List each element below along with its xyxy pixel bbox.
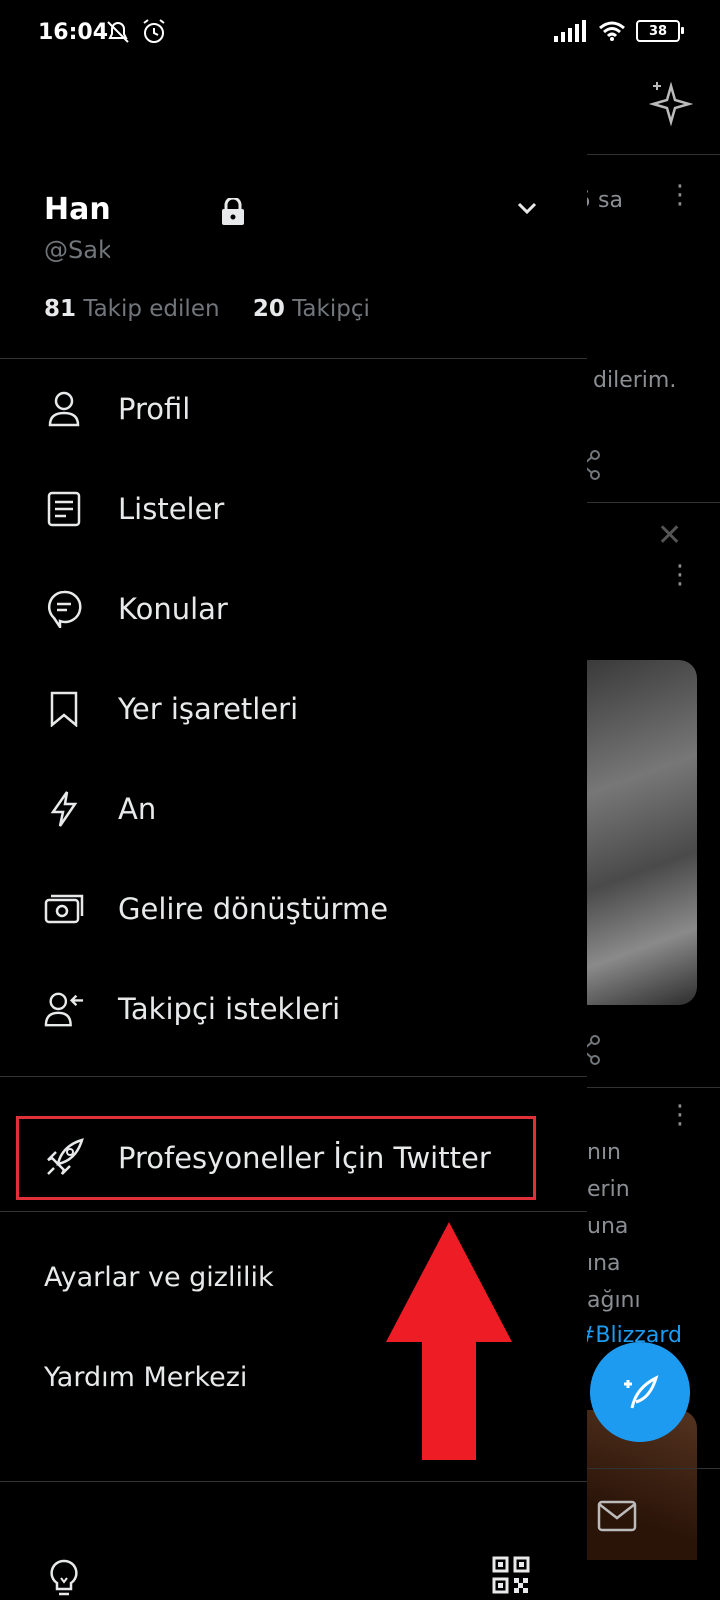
battery-indicator: 38 <box>636 20 684 42</box>
divider <box>0 1211 587 1212</box>
person-icon <box>44 389 84 429</box>
status-icons-left <box>106 18 166 52</box>
red-arrow-annotation <box>386 1222 512 1460</box>
divider <box>0 1481 587 1482</box>
menu-item-profile[interactable]: Profil <box>0 369 587 449</box>
more-icon[interactable]: ⋮ <box>667 560 693 590</box>
feed-divider <box>587 502 720 503</box>
mail-icon[interactable] <box>597 1500 637 1532</box>
followers-link[interactable]: 20 Takipçi <box>253 296 370 322</box>
menu-item-topics[interactable]: Konular <box>0 569 587 649</box>
feed-image[interactable] <box>587 660 697 1005</box>
signal-icon <box>554 20 586 42</box>
feed-line: erin <box>587 1177 630 1202</box>
menu-label: Gelire dönüştürme <box>118 892 389 926</box>
following-count: 81 <box>44 296 77 322</box>
status-bar: 16:04 38 <box>0 0 720 70</box>
feather-plus-icon <box>624 1375 659 1409</box>
more-icon[interactable]: ⋮ <box>667 180 693 210</box>
account-name[interactable]: Han <box>44 192 111 227</box>
menu-label: An <box>118 792 157 826</box>
status-time: 16:04 <box>38 20 109 45</box>
settings-privacy-link[interactable]: Ayarlar ve gizlilik <box>44 1262 274 1293</box>
feed-line: ına <box>587 1251 621 1276</box>
close-icon[interactable]: ✕ <box>657 518 682 553</box>
menu-item-lists[interactable]: Listeler <box>0 469 587 549</box>
compose-tweet-button[interactable] <box>590 1342 690 1442</box>
divider <box>0 1076 587 1077</box>
money-icon <box>44 889 84 929</box>
lock-icon <box>222 198 244 225</box>
redaction-mask <box>112 188 212 236</box>
chevron-down-icon[interactable] <box>516 200 538 216</box>
more-icon[interactable]: ⋮ <box>667 1100 693 1130</box>
menu-item-bookmarks[interactable]: Yer işaretleri <box>0 669 587 749</box>
qr-code-icon[interactable] <box>492 1556 530 1594</box>
menu-item-monetization[interactable]: Gelire dönüştürme <box>0 869 587 949</box>
menu-item-moments[interactable]: An <box>0 769 587 849</box>
bookmark-icon <box>44 689 84 729</box>
highlight-box <box>16 1116 536 1200</box>
redaction-mask <box>110 232 190 268</box>
topics-icon <box>44 589 84 629</box>
feed-divider <box>587 1087 720 1088</box>
feed-divider <box>587 154 720 155</box>
help-center-link[interactable]: Yardım Merkezi <box>44 1362 247 1393</box>
mute-alarm-icon <box>107 19 165 43</box>
followers-label: Takipçi <box>292 296 370 322</box>
lightbulb-icon[interactable] <box>48 1558 80 1598</box>
menu-label: Konular <box>118 592 228 626</box>
follow-stats: 81 Takip edilen 20 Takipçi <box>44 296 370 322</box>
wifi-icon <box>599 21 625 41</box>
menu-label: Profil <box>118 392 191 426</box>
following-label: Takip edilen <box>83 296 220 322</box>
feed-line: ağını <box>587 1288 641 1313</box>
feed-line: nın <box>587 1140 621 1165</box>
menu-label: Yer işaretleri <box>118 692 299 726</box>
follower-request-icon <box>44 989 84 1029</box>
menu-label: Takipçi istekleri <box>118 992 341 1026</box>
sparkle-icon[interactable] <box>649 82 693 126</box>
following-link[interactable]: 81 Takip edilen <box>44 296 220 322</box>
drawer-bottom-bar <box>0 1552 587 1600</box>
lightning-icon <box>44 789 84 829</box>
list-icon <box>44 489 84 529</box>
account-handle: @Sak <box>44 236 112 264</box>
divider <box>0 358 587 359</box>
navigation-drawer: Han @Sak 81 Takip edilen 20 Takipçi Prof… <box>0 70 587 1600</box>
feed-line: una <box>587 1214 629 1239</box>
feed-text: r dilerim. <box>577 368 677 393</box>
followers-count: 20 <box>252 296 285 322</box>
status-icons-right: 38 <box>554 20 684 42</box>
menu-item-follower-requests[interactable]: Takipçi istekleri <box>0 969 587 1049</box>
menu-label: Listeler <box>118 492 225 526</box>
feed-divider <box>587 1468 720 1469</box>
